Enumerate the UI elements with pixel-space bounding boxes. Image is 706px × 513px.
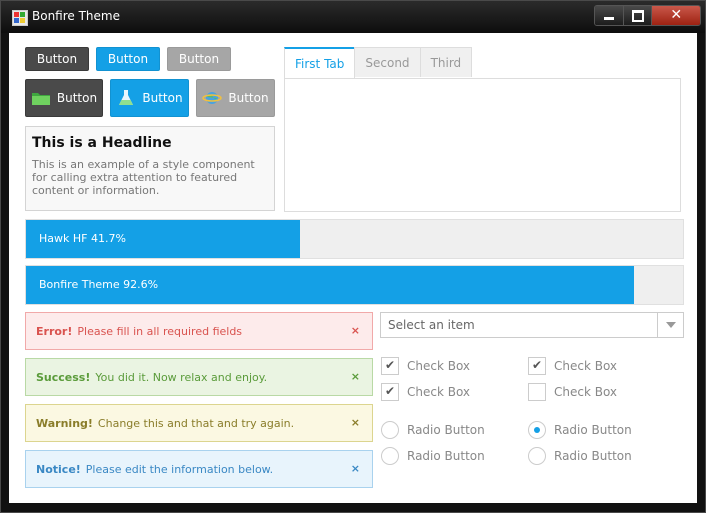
folder-icon [31,89,51,107]
callout-body: This is an example of a style component … [32,158,255,197]
alert-title: Warning! [36,416,93,430]
close-icon[interactable]: × [351,416,360,429]
button-label: Button [56,91,98,105]
blue-button[interactable]: Button [96,47,160,71]
radio-label: Radio Button [554,449,632,463]
select-placeholder: Select an item [388,318,475,332]
alert-text: Please fill in all required fields [77,324,243,338]
radio-4[interactable]: Radio Button [528,446,632,466]
checkbox-box[interactable] [381,357,399,375]
warning-alert: Warning! Change this and that and try ag… [25,404,373,442]
close-icon[interactable]: × [351,324,360,337]
alert-title: Success! [36,370,91,384]
planet-icon [202,89,223,107]
radio-circle[interactable] [528,421,546,439]
checkbox-3[interactable]: Check Box [381,382,470,402]
alert-title: Notice! [36,462,81,476]
radio-circle[interactable] [381,447,399,465]
button-label: Button [228,91,269,105]
checkbox-label: Check Box [407,385,471,399]
flask-icon [116,89,136,107]
window-title: Bonfire Theme [32,9,120,23]
checkbox-label: Check Box [554,385,618,399]
app-icon [12,10,28,26]
radio-2[interactable]: Radio Button [528,420,632,440]
button-label: Button [107,52,149,66]
title-bar[interactable]: Bonfire Theme ✕ [1,1,705,33]
error-alert: Error! Please fill in all required field… [25,312,373,350]
maximize-button[interactable] [623,6,653,25]
success-alert: Success! You did it. Now relax and enjoy… [25,358,373,396]
radio-circle[interactable] [528,447,546,465]
radio-1[interactable]: Radio Button [381,420,485,440]
tab-first[interactable]: First Tab [284,47,356,78]
radio-circle[interactable] [381,421,399,439]
progress-label: Bonfire Theme 92.6% [39,278,159,291]
item-select[interactable]: Select an item [380,312,684,338]
button-label: Button [142,91,183,105]
alert-text: Please edit the information below. [85,462,274,476]
checkbox-label: Check Box [554,359,618,373]
radio-3[interactable]: Radio Button [381,446,485,466]
callout-box: This is a Headline This is an example of… [25,126,275,211]
checkbox-4[interactable]: Check Box [528,382,617,402]
close-icon[interactable]: × [351,370,360,383]
alert-text: Change this and that and try again. [97,416,295,430]
client-area: Button Button Button Button Button Butto… [9,33,697,503]
app-window: Bonfire Theme ✕ Button Button Button But… [0,0,706,513]
button-label: Button [36,52,78,66]
minimize-icon [604,17,614,20]
chevron-down-icon[interactable] [657,313,683,337]
tab-second[interactable]: Second [354,47,421,77]
radio-label: Radio Button [407,423,485,437]
notice-alert: Notice! Please edit the information belo… [25,450,373,488]
progress-bar-bonfire: Bonfire Theme 92.6% [25,265,684,305]
close-icon[interactable]: × [351,462,360,475]
progress-bar-hawk: Hawk HF 41.7% [25,219,684,259]
radio-label: Radio Button [407,449,485,463]
radio-label: Radio Button [554,423,632,437]
tab-third[interactable]: Third [419,47,473,77]
dark-icon-button[interactable]: Button [25,79,103,117]
close-button[interactable]: ✕ [652,6,700,25]
button-label: Button [178,52,220,66]
blue-icon-button[interactable]: Button [110,79,189,117]
window-controls: ✕ [594,5,701,26]
alert-text: You did it. Now relax and enjoy. [95,370,268,384]
maximize-icon [631,10,644,22]
checkbox-label: Check Box [407,359,471,373]
gray-button[interactable]: Button [167,47,231,71]
checkbox-1[interactable]: Check Box [381,356,470,376]
callout-headline: This is a Headline [32,135,172,151]
gray-icon-button[interactable]: Button [196,79,275,117]
progress-label: Hawk HF 41.7% [39,232,126,245]
checkbox-2[interactable]: Check Box [528,356,617,376]
minimize-button[interactable] [595,6,624,25]
tab-panel [284,78,681,212]
close-icon: ✕ [670,7,683,23]
checkbox-box[interactable] [528,357,546,375]
checkbox-box[interactable] [528,383,546,401]
tab-strip: First Tab Second Third [284,47,473,78]
dark-button[interactable]: Button [25,47,89,71]
checkbox-box[interactable] [381,383,399,401]
alert-title: Error! [36,324,73,338]
